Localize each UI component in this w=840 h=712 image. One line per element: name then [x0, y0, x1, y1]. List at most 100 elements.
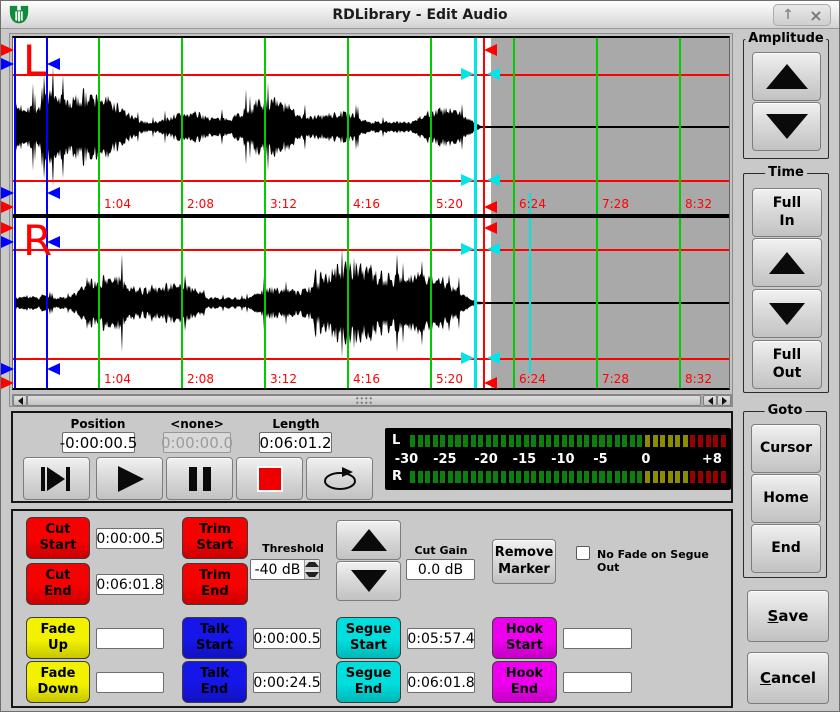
scrollbar-thumb[interactable] [27, 395, 701, 406]
hook-start-field[interactable] [563, 628, 632, 649]
talk-end-marker-icon[interactable] [47, 236, 60, 248]
cut-end-line[interactable] [483, 38, 485, 388]
fade-down-field[interactable] [96, 672, 164, 693]
segue-end-marker-icon[interactable] [487, 68, 500, 80]
goto-home-button[interactable]: Home [751, 474, 821, 523]
segue-start-marker-icon[interactable] [461, 68, 474, 80]
talk-start-marker-icon[interactable] [1, 58, 14, 70]
talk-end-marker-icon[interactable] [47, 58, 60, 70]
meter-segment [524, 471, 529, 483]
play-button[interactable] [96, 457, 163, 500]
trim-start-button[interactable]: Trim Start [182, 517, 248, 559]
gain-down-button[interactable] [336, 561, 401, 601]
scroll-left-button[interactable] [13, 395, 27, 406]
time-zoom-out-button[interactable] [752, 289, 822, 338]
segue-start-line[interactable] [474, 38, 477, 388]
spin-up-button[interactable] [305, 560, 319, 570]
amplitude-ref-line [13, 180, 729, 182]
talk-start-line[interactable] [14, 38, 16, 388]
segue-end-field[interactable]: 0:06:01.8 [407, 672, 475, 693]
cut-start-marker-icon[interactable] [1, 377, 14, 389]
cut-end-marker-icon[interactable] [484, 222, 497, 234]
cut-start-marker-icon[interactable] [1, 222, 14, 234]
talk-end-field[interactable]: 0:00:24.5 [253, 672, 321, 693]
no-fade-checkbox[interactable] [576, 546, 590, 560]
cut-start-marker-icon[interactable] [1, 44, 14, 56]
channel-separator [13, 214, 729, 218]
segue-start-button[interactable]: Segue Start [336, 617, 401, 659]
segue-start-field[interactable]: 0:05:57.4 [407, 628, 475, 649]
hook-end-button[interactable]: Hook End [492, 661, 557, 703]
meter-segment [478, 471, 483, 483]
close-window-icon[interactable]: × [802, 5, 830, 25]
talk-end-button[interactable]: Talk End [182, 661, 247, 703]
cut-start-marker-icon[interactable] [1, 201, 14, 213]
hook-start-button[interactable]: Hook Start [492, 617, 557, 659]
cut-end-button[interactable]: Cut End [26, 563, 90, 605]
title-bar[interactable]: RDLibrary - Edit Audio ↑ × [1, 1, 839, 29]
full-out-button[interactable]: Full Out [752, 340, 822, 389]
talk-start-field[interactable]: 0:00:00.5 [253, 628, 321, 649]
loop-button[interactable] [306, 457, 373, 500]
transport-panel: Position <none> Length -0:00:00.5 0:00:0… [11, 411, 733, 503]
meter-segment [433, 435, 438, 447]
position-field[interactable]: -0:00:00.5 [62, 432, 135, 453]
waveform-view[interactable]: 1:041:042:082:083:123:124:164:165:205:20… [12, 36, 730, 390]
meter-segment [690, 471, 695, 483]
meter-segment [607, 435, 612, 447]
amplitude-down-button[interactable] [752, 102, 821, 151]
segue-start-marker-icon[interactable] [461, 174, 474, 186]
talk-start-marker-icon[interactable] [1, 187, 14, 199]
cut-end-field[interactable]: 0:06:01.8 [96, 574, 164, 595]
save-button[interactable]: Save [747, 590, 829, 642]
remove-marker-button[interactable]: Remove Marker [492, 539, 556, 584]
waveform-scrollbar[interactable] [12, 394, 732, 407]
time-zoom-in-button[interactable] [752, 238, 822, 287]
cut-end-marker-icon[interactable] [484, 201, 497, 213]
goto-cursor-button[interactable]: Cursor [751, 424, 821, 473]
cut-start-field[interactable]: 0:00:00.5 [96, 528, 164, 549]
spin-down-button[interactable] [305, 570, 319, 580]
segue-end-marker-icon[interactable] [487, 174, 500, 186]
segue-start-marker-icon[interactable] [461, 352, 474, 364]
trim-end-button[interactable]: Trim End [182, 563, 248, 605]
cut-start-button[interactable]: Cut Start [26, 517, 90, 559]
threshold-spinbox[interactable]: -40 dB [250, 559, 320, 580]
hook-end-field[interactable] [563, 672, 632, 693]
shade-window-icon[interactable]: ↑ [774, 5, 802, 25]
time-ruler-label: 5:20 [436, 197, 463, 211]
stop-button[interactable] [236, 457, 303, 500]
gain-up-button[interactable] [336, 520, 401, 560]
meter-segment [645, 435, 650, 447]
segue-end-button[interactable]: Segue End [336, 661, 401, 703]
talk-end-marker-icon[interactable] [47, 363, 60, 375]
cut-gain-field[interactable]: 0.0 dB [406, 559, 475, 580]
fade-up-button[interactable]: Fade Up [26, 617, 90, 659]
segue-aux-line[interactable] [529, 193, 531, 373]
meter-segment [615, 435, 620, 447]
full-in-button[interactable]: Full In [752, 188, 822, 237]
talk-start-marker-icon[interactable] [1, 236, 14, 248]
scroll-right-button[interactable] [717, 395, 731, 406]
cancel-button[interactable]: Cancel [747, 652, 829, 704]
fade-down-button[interactable]: Fade Down [26, 661, 90, 703]
talk-end-marker-icon[interactable] [47, 187, 60, 199]
goto-end-button[interactable]: End [751, 524, 821, 573]
meter-segment [509, 435, 514, 447]
segue-end-marker-icon[interactable] [487, 352, 500, 364]
talk-start-button[interactable]: Talk Start [182, 617, 247, 659]
talk-end-line[interactable] [46, 38, 48, 388]
cut-end-marker-icon[interactable] [484, 44, 497, 56]
talk-start-marker-icon[interactable] [1, 363, 14, 375]
position-label: Position [53, 417, 143, 431]
window-title: RDLibrary - Edit Audio [1, 7, 839, 23]
length-field[interactable]: 0:06:01.2 [259, 432, 332, 453]
cut-end-marker-icon[interactable] [484, 377, 497, 389]
scroll-left-button-2[interactable] [703, 395, 717, 406]
amplitude-up-button[interactable] [752, 52, 821, 101]
pause-button[interactable] [166, 457, 233, 500]
segue-start-marker-icon[interactable] [461, 243, 474, 255]
segue-end-marker-icon[interactable] [487, 243, 500, 255]
fade-up-field[interactable] [96, 628, 164, 649]
play-from-start-button[interactable] [23, 457, 90, 500]
